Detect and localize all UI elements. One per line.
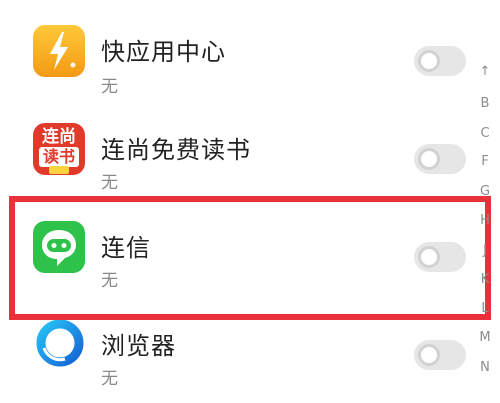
index-letter-l[interactable]: L bbox=[470, 301, 500, 316]
app-name: 连尚免费读书 bbox=[101, 136, 251, 164]
quick-app-center-bolt-icon bbox=[33, 25, 85, 77]
app-name: 快应用中心 bbox=[101, 38, 226, 66]
toggle-knob bbox=[418, 246, 440, 268]
toggle-knob bbox=[418, 344, 440, 366]
index-letter-c[interactable]: C bbox=[470, 126, 500, 141]
app-name: 浏览器 bbox=[101, 332, 176, 360]
app-subtitle: 无 bbox=[101, 173, 118, 193]
lianshang-reading-icon: 连尚 读书 bbox=[33, 123, 85, 175]
app-name: 连信 bbox=[101, 234, 151, 262]
toggle-knob bbox=[418, 50, 440, 72]
lianshang-reading-toggle[interactable] bbox=[414, 144, 466, 174]
free-badge-icon bbox=[49, 166, 69, 174]
index-letter-f[interactable]: F bbox=[470, 154, 500, 169]
index-letter-n[interactable]: N bbox=[470, 360, 500, 375]
app-permission-list-screen: 快应用中心 无 连尚 读书 连尚免费读书 无 连信 无 浏览器 无 ↑ B C … bbox=[0, 0, 500, 403]
index-letter-k[interactable]: K bbox=[470, 272, 500, 287]
app-subtitle: 无 bbox=[101, 369, 118, 389]
quick-app-center-toggle[interactable] bbox=[414, 46, 466, 76]
index-letter-g[interactable]: G bbox=[470, 184, 500, 199]
index-top-arrow[interactable]: ↑ bbox=[470, 64, 500, 79]
toggle-knob bbox=[418, 148, 440, 170]
index-letter-m[interactable]: M bbox=[470, 330, 500, 345]
lianxin-chat-bubble-icon bbox=[33, 221, 85, 273]
app-row-lianshang-reading[interactable]: 连尚 读书 连尚免费读书 无 bbox=[0, 98, 470, 196]
lianxin-toggle[interactable] bbox=[414, 242, 466, 272]
app-row-lianxin[interactable]: 连信 无 bbox=[0, 196, 470, 294]
index-letter-h[interactable]: H bbox=[470, 213, 500, 228]
browser-toggle[interactable] bbox=[414, 340, 466, 370]
alphabet-index-bar[interactable]: ↑ B C F G H J K L M N bbox=[470, 60, 500, 403]
app-subtitle: 无 bbox=[101, 271, 118, 291]
index-letter-j[interactable]: J bbox=[470, 243, 500, 258]
app-row-quick-app-center[interactable]: 快应用中心 无 bbox=[0, 0, 470, 98]
app-row-browser[interactable]: 浏览器 无 bbox=[0, 294, 470, 392]
app-subtitle: 无 bbox=[101, 77, 118, 97]
browser-ring-icon bbox=[35, 318, 85, 368]
icon-text-top: 连尚 bbox=[42, 127, 76, 147]
index-letter-b[interactable]: B bbox=[470, 96, 500, 111]
icon-text-bottom: 读书 bbox=[39, 147, 79, 167]
